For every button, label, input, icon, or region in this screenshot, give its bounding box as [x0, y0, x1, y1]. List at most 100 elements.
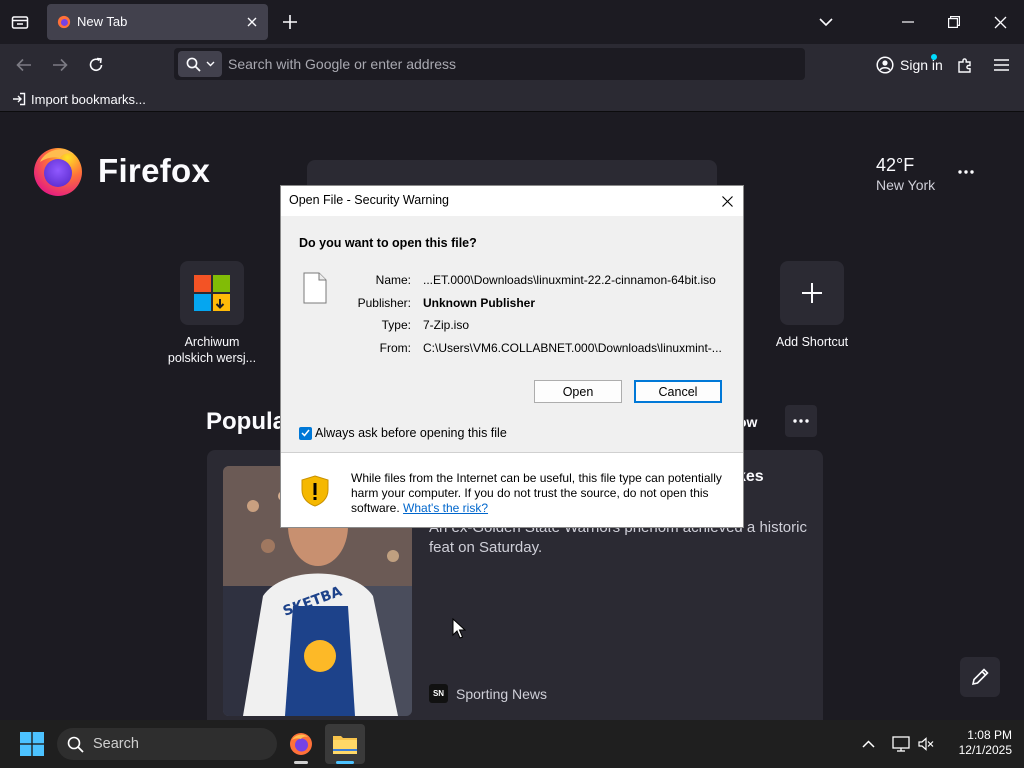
cancel-button[interactable]: Cancel [634, 380, 722, 403]
topics-options-button[interactable] [785, 405, 817, 437]
chevron-up-icon [861, 740, 875, 748]
from-value: C:\Users\VM6.COLLABNET.000\Downloads\lin… [423, 341, 722, 355]
volume-icon-button[interactable] [914, 732, 938, 756]
shortcut-tile [180, 261, 244, 325]
add-shortcut-button[interactable]: Add Shortcut [762, 261, 862, 350]
shortcut-label: Add Shortcut [775, 335, 849, 349]
firefox-view-button[interactable] [6, 8, 34, 36]
new-tab-button[interactable] [278, 10, 302, 34]
from-label: From: [379, 341, 411, 355]
reload-icon [89, 57, 103, 71]
window-minimize-button[interactable] [896, 10, 920, 34]
always-ask-checkbox[interactable]: Always ask before opening this file [299, 426, 507, 440]
navigation-toolbar: Sign in [0, 44, 1024, 86]
weather-location[interactable]: New York [876, 177, 935, 193]
firefox-view-icon [11, 16, 29, 29]
file-icon [303, 272, 327, 304]
sign-in-label: Sign in [900, 57, 943, 73]
list-all-tabs-button[interactable] [814, 10, 838, 34]
tab-title: New Tab [77, 14, 128, 29]
back-arrow-icon [16, 58, 31, 72]
search-engine-selector[interactable] [178, 51, 222, 77]
taskbar-file-explorer[interactable] [325, 724, 365, 764]
active-indicator [336, 761, 354, 764]
forward-button[interactable] [47, 52, 73, 78]
minimize-icon [902, 21, 914, 23]
bookmarks-toolbar: Import bookmarks... [0, 86, 1024, 112]
taskbar-search-label: Search [93, 736, 139, 752]
restore-icon [948, 16, 960, 28]
plus-icon [802, 283, 822, 303]
notification-dot [931, 54, 937, 60]
network-icon-button[interactable] [889, 732, 913, 756]
story-source: SN Sporting News [429, 684, 547, 703]
pencil-icon [971, 668, 989, 686]
puzzle-piece-icon [957, 57, 971, 73]
plus-icon [283, 15, 297, 29]
customize-button[interactable] [960, 657, 1000, 697]
type-label: Type: [381, 318, 411, 332]
dialog-close-button[interactable] [717, 191, 737, 211]
forward-arrow-icon [53, 58, 68, 72]
dialog-question: Do you want to open this file? [299, 236, 477, 250]
window-close-button[interactable] [988, 10, 1012, 34]
hamburger-menu-icon [993, 59, 1009, 71]
name-label: Name: [375, 273, 411, 287]
always-ask-label: Always ask before opening this file [315, 426, 507, 440]
firefox-logo-icon [34, 148, 82, 196]
weather-options-button[interactable] [952, 160, 980, 184]
close-icon [994, 16, 1006, 28]
type-value: 7-Zip.iso [423, 318, 470, 332]
account-icon [876, 56, 894, 74]
running-indicator [294, 761, 308, 764]
reload-button[interactable] [83, 52, 109, 78]
checkbox-checked-icon[interactable] [299, 426, 312, 440]
address-bar [174, 48, 805, 80]
windows-start-icon[interactable] [20, 732, 44, 756]
window-restore-button[interactable] [942, 10, 966, 34]
warning-shield-icon [301, 475, 329, 507]
search-icon [67, 736, 84, 753]
clock-time: 1:08 PM [967, 728, 1012, 742]
dialog-warning-footer: While files from the Internet can be use… [281, 453, 743, 527]
network-icon [892, 736, 910, 752]
name-value: ...ET.000\Downloads\linuxmint-22.2-cinna… [423, 273, 716, 287]
show-hidden-icons-button[interactable] [856, 732, 880, 756]
chevron-down-icon [206, 61, 214, 67]
more-options-icon [793, 419, 809, 423]
open-button[interactable]: Open [534, 380, 622, 403]
sign-in-button[interactable]: Sign in [869, 49, 943, 81]
taskbar-clock[interactable]: 1:08 PM 12/1/2025 [940, 728, 1012, 758]
taskbar-firefox[interactable] [281, 724, 321, 764]
firefox-wordmark: Firefox [98, 152, 211, 189]
shortcut-archiwum[interactable]: Archiwum polskich wersj... [162, 261, 262, 366]
mouse-cursor-icon [452, 618, 466, 639]
security-warning-dialog: Open File - Security Warning Do you want… [280, 185, 744, 528]
back-button[interactable] [11, 52, 37, 78]
tab-new-tab[interactable]: New Tab [47, 4, 268, 40]
tab-close-button[interactable] [243, 13, 261, 31]
shortcut-tile [780, 261, 844, 325]
more-options-icon [958, 170, 974, 174]
firefox-favicon-icon [57, 15, 71, 29]
publisher-value: Unknown Publisher [423, 296, 536, 310]
chevron-down-icon [819, 17, 833, 26]
close-icon [247, 17, 257, 27]
tab-strip: New Tab [0, 0, 1024, 44]
dialog-titlebar[interactable]: Open File - Security Warning [281, 186, 743, 216]
publisher-label: Publisher: [357, 296, 411, 310]
import-bookmarks-label: Import bookmarks... [31, 91, 146, 107]
import-icon [13, 92, 26, 106]
taskbar-search[interactable]: Search [57, 728, 277, 760]
whats-the-risk-link[interactable]: What's the risk? [403, 501, 488, 515]
firefox-icon [290, 733, 312, 755]
app-menu-button[interactable] [988, 52, 1014, 78]
clock-date: 12/1/2025 [958, 743, 1012, 757]
popular-topics-heading: Popula [206, 408, 287, 435]
import-bookmarks-button[interactable]: Import bookmarks... [12, 90, 146, 108]
url-input[interactable] [228, 48, 788, 80]
warning-text: While files from the Internet can be use… [351, 471, 731, 516]
extensions-button[interactable] [952, 52, 978, 78]
weather-temperature[interactable]: 42°F [876, 155, 914, 176]
story-source-label: Sporting News [456, 685, 548, 702]
